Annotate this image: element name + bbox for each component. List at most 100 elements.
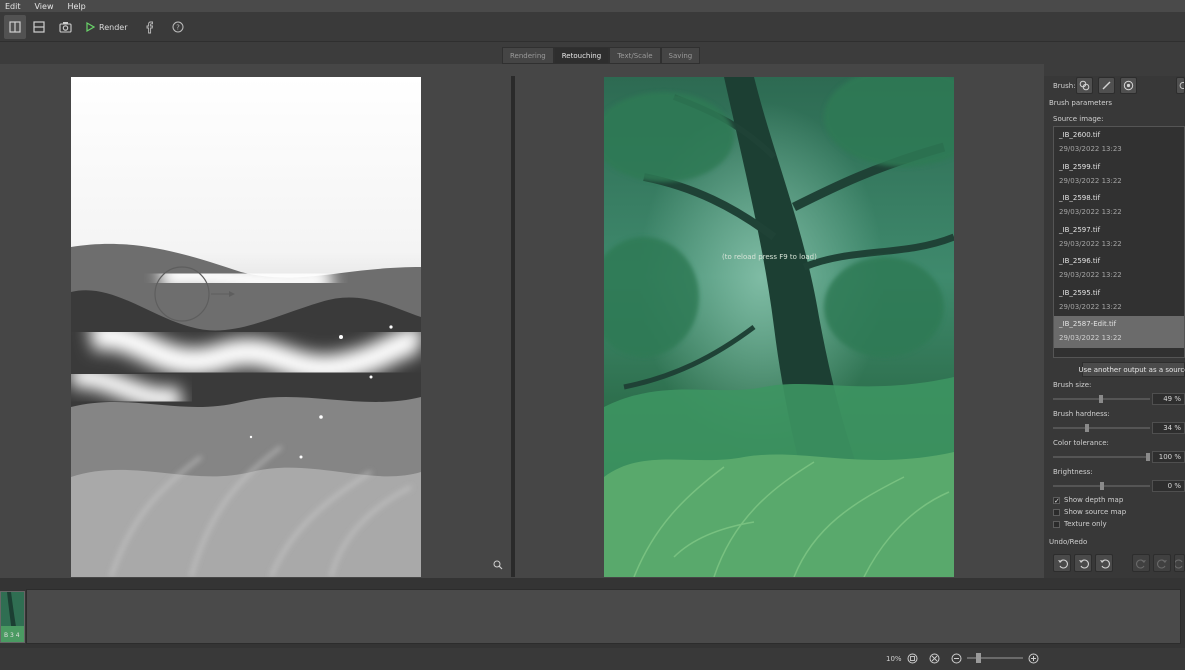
redo-step-button[interactable] [1153, 554, 1171, 572]
split-view-vertical-icon [9, 21, 21, 33]
tab-text-scale[interactable]: Text/Scale [609, 47, 661, 64]
menu-help[interactable]: Help [67, 2, 85, 11]
color-tolerance-slider[interactable] [1053, 453, 1150, 461]
brush-size-slider[interactable] [1053, 395, 1150, 403]
reload-hint: (to reload press F9 to load) [722, 253, 817, 261]
brightness-slider-handle[interactable] [1100, 482, 1104, 490]
split-view-horizontal-icon [33, 21, 45, 33]
gear-icon [1179, 82, 1184, 89]
brightness-label: Brightness: [1053, 468, 1093, 476]
tab-retouching[interactable]: Retouching [553, 47, 610, 64]
list-item[interactable]: _IB_2595.tif 29/03/2022 13:22 [1054, 285, 1184, 317]
split-view-vertical-button[interactable] [4, 15, 26, 39]
brush-clone-button[interactable] [1076, 77, 1093, 94]
file-name: _IB_2587-Edit.tif [1059, 320, 1117, 328]
brush-hardness-slider-handle[interactable] [1085, 424, 1089, 432]
use-other-output-button[interactable]: Use another output as a source [1078, 362, 1185, 377]
file-date: 29/03/2022 13:22 [1059, 334, 1122, 342]
brush-size-label: Brush size: [1053, 381, 1092, 389]
snapshot-button[interactable] [54, 15, 76, 39]
file-name: _IB_2596.tif [1059, 257, 1101, 265]
menu-view[interactable]: View [35, 2, 54, 11]
zoom-slider-handle[interactable] [976, 653, 981, 663]
list-item[interactable]: _IB_2596.tif 29/03/2022 13:22 [1054, 253, 1184, 285]
pane-splitter[interactable] [511, 76, 515, 577]
list-item[interactable]: _IB_2599.tif 29/03/2022 13:22 [1054, 159, 1184, 191]
undo-button[interactable] [1095, 554, 1113, 572]
file-date: 29/03/2022 13:22 [1059, 208, 1122, 216]
facebook-button[interactable] [139, 15, 161, 39]
brush-eraser-button[interactable] [1120, 77, 1137, 94]
file-name: _IB_2600.tif [1059, 131, 1101, 139]
file-date: 29/03/2022 13:22 [1059, 239, 1122, 248]
brush-paint-button[interactable] [1098, 77, 1115, 94]
forest-photo [604, 77, 954, 577]
help-icon: ? [172, 21, 184, 33]
redo-icon [1156, 559, 1167, 568]
source-image-label: Source image: [1053, 115, 1104, 123]
photo-preview[interactable] [604, 77, 954, 577]
zoom-in-button[interactable] [1027, 652, 1039, 664]
brush-size-slider-handle[interactable] [1099, 395, 1103, 403]
list-item[interactable]: _IB_2600.tif 29/03/2022 13:23 [1054, 127, 1184, 159]
help-button[interactable]: ? [167, 15, 189, 39]
redo-all-button[interactable] [1174, 554, 1185, 572]
brightness-value[interactable]: 0 % [1152, 480, 1185, 492]
brush-hardness-value[interactable]: 34 % [1152, 422, 1185, 434]
checkbox-unchecked[interactable] [1053, 508, 1060, 516]
filmstrip[interactable] [26, 589, 1181, 644]
render-button[interactable]: Render [86, 17, 127, 37]
zoom-in-icon [1028, 653, 1038, 663]
tab-rendering[interactable]: Rendering [502, 47, 554, 64]
brush-hardness-label: Brush hardness: [1053, 410, 1110, 418]
undo-all-button[interactable] [1053, 554, 1071, 572]
svg-text:?: ? [176, 24, 180, 32]
brightness-slider[interactable] [1053, 482, 1150, 490]
brush-icon [1102, 81, 1111, 90]
color-tolerance-value[interactable]: 100 % [1152, 451, 1185, 463]
tab-saving[interactable]: Saving [660, 47, 701, 64]
fit-icon [907, 653, 917, 663]
split-view-horizontal-button[interactable] [28, 15, 50, 39]
file-name: _IB_2597.tif [1059, 225, 1101, 234]
panel-settings-button[interactable] [1176, 77, 1185, 94]
zoom-fit-button[interactable] [906, 652, 918, 664]
undo-icon [1099, 559, 1110, 568]
depth-map-canvas[interactable] [71, 77, 421, 577]
show-depth-map-label: Show depth map [1064, 496, 1124, 504]
color-tolerance-label: Color tolerance: [1053, 439, 1109, 447]
color-tolerance-slider-handle[interactable] [1146, 453, 1150, 461]
show-depth-map-checkbox[interactable]: ✓ Show depth map [1053, 496, 1123, 504]
checkbox-unchecked[interactable] [1053, 520, 1060, 528]
show-source-map-checkbox[interactable]: Show source map [1053, 508, 1126, 516]
file-date: 29/03/2022 13:23 [1059, 145, 1122, 153]
menu-edit[interactable]: Edit [5, 2, 21, 11]
brush-size-value[interactable]: 49 % [1152, 393, 1185, 405]
zoom-out-icon [951, 653, 961, 663]
list-item[interactable]: _IB_2598.tif 29/03/2022 13:22 [1054, 190, 1184, 222]
file-name: _IB_2598.tif [1059, 194, 1101, 202]
brush-label: Brush: [1053, 82, 1076, 90]
facebook-icon [146, 21, 154, 33]
brush-hardness-slider[interactable] [1053, 424, 1150, 432]
snapshot-icon [58, 22, 72, 33]
file-name: _IB_2599.tif [1059, 162, 1101, 171]
list-item[interactable]: _IB_2597.tif 29/03/2022 13:22 [1054, 222, 1184, 254]
redo-icon [1135, 559, 1146, 568]
list-item-selected[interactable]: _IB_2587-Edit.tif 29/03/2022 13:22 [1054, 316, 1184, 348]
zoom-glass-icon[interactable] [493, 560, 503, 572]
menu-bar: Edit View Help [0, 0, 1185, 12]
toolbar: Render ? [0, 12, 1185, 42]
checkbox-checked[interactable]: ✓ [1053, 496, 1060, 504]
clone-stamp-icon [1079, 80, 1090, 91]
redo-button[interactable] [1132, 554, 1150, 572]
depth-map-image [71, 77, 421, 577]
zoom-actual-button[interactable] [928, 652, 940, 664]
zoom-out-button[interactable] [950, 652, 962, 664]
eraser-icon [1123, 80, 1134, 91]
undo-all-icon [1057, 559, 1068, 568]
source-image-list[interactable]: _IB_2600.tif 29/03/2022 13:23 _IB_2599.t… [1053, 126, 1185, 358]
play-icon [86, 22, 95, 32]
texture-only-checkbox[interactable]: Texture only [1053, 520, 1107, 528]
undo-step-button[interactable] [1074, 554, 1092, 572]
